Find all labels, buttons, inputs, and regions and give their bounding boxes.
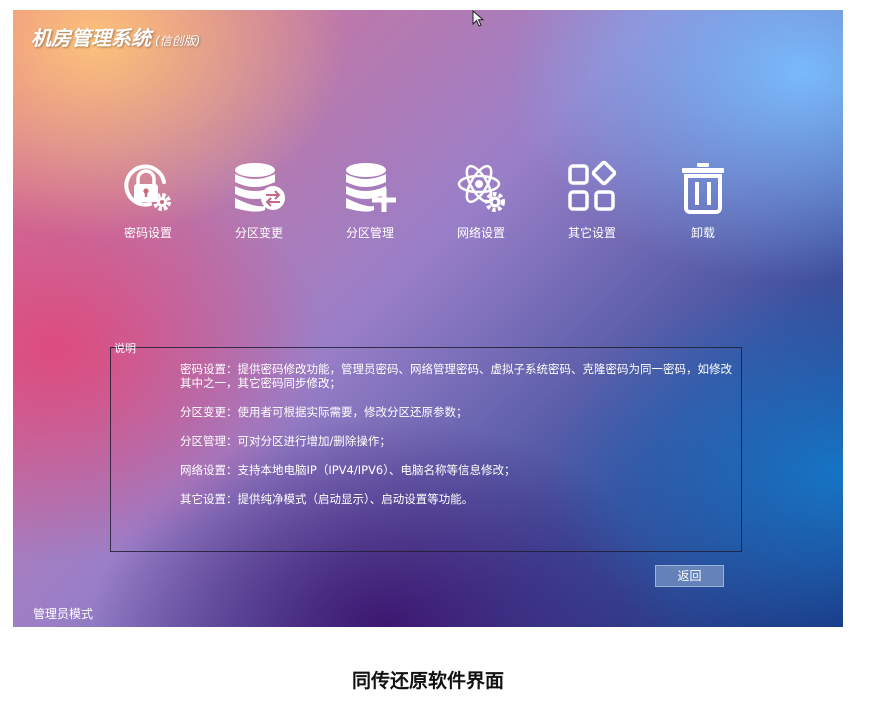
figure-caption: 同传还原软件界面: [351, 670, 504, 692]
description-line: 密码设置：提供密码修改功能，管理员密码、网络管理密码、虚拟子系统密码、克隆密码为…: [180, 362, 732, 390]
description-legend: 说明: [114, 342, 136, 355]
database-swap-icon: [235, 163, 285, 212]
menu-item-partition-manage[interactable]: 分区管理: [330, 160, 410, 241]
description-line: 分区管理：可对分区进行增加/删除操作；: [180, 434, 391, 448]
menu-label: 网络设置: [456, 226, 505, 240]
back-button[interactable]: 返回: [655, 565, 724, 587]
description-line: 分区变更：使用者可根据实际需要，修改分区还原参数；: [180, 405, 468, 419]
menu-label: 密码设置: [123, 226, 172, 240]
app-title-suffix: (信创版): [155, 34, 201, 48]
lock-gear-icon: [124, 164, 171, 211]
trash-icon: [682, 163, 724, 214]
grid-diamond-icon: [568, 160, 617, 211]
menu-item-partition-change[interactable]: 分区变更: [219, 160, 299, 241]
database-add-icon: [346, 163, 396, 212]
network-gear-icon: [457, 164, 505, 212]
description-body: 密码设置：提供密码修改功能，管理员密码、网络管理密码、虚拟子系统密码、克隆密码为…: [180, 362, 740, 521]
mode-status: 管理员模式: [33, 607, 94, 621]
menu-item-password[interactable]: 密码设置: [108, 160, 188, 241]
app-title-text: 机房管理系统: [31, 26, 151, 50]
main-menu: 密码设置 分区变更 分区管理 网络设置 其它设置 卸载: [108, 160, 748, 255]
mouse-cursor-icon: [472, 10, 485, 27]
app-title: 机房管理系统 (信创版): [31, 22, 200, 51]
menu-label: 卸载: [690, 226, 715, 240]
menu-item-network[interactable]: 网络设置: [441, 160, 521, 241]
menu-item-uninstall[interactable]: 卸载: [663, 160, 743, 241]
menu-label: 分区管理: [345, 226, 394, 240]
description-line: 网络设置：支持本地电脑IP（IPV4/IPV6）、电脑名称等信息修改；: [180, 463, 516, 477]
description-line: 其它设置：提供纯净模式（启动显示）、启动设置等功能。: [180, 492, 474, 506]
description-panel: 说明 密码设置：提供密码修改功能，管理员密码、网络管理密码、虚拟子系统密码、克隆…: [110, 342, 742, 552]
menu-item-other[interactable]: 其它设置: [552, 160, 632, 241]
app-screen: 机房管理系统 (信创版) 密码设置 分区变更 分区管理 网络设置 其它设置 卸载…: [13, 10, 843, 627]
menu-label: 分区变更: [234, 226, 283, 240]
menu-label: 其它设置: [567, 226, 616, 240]
